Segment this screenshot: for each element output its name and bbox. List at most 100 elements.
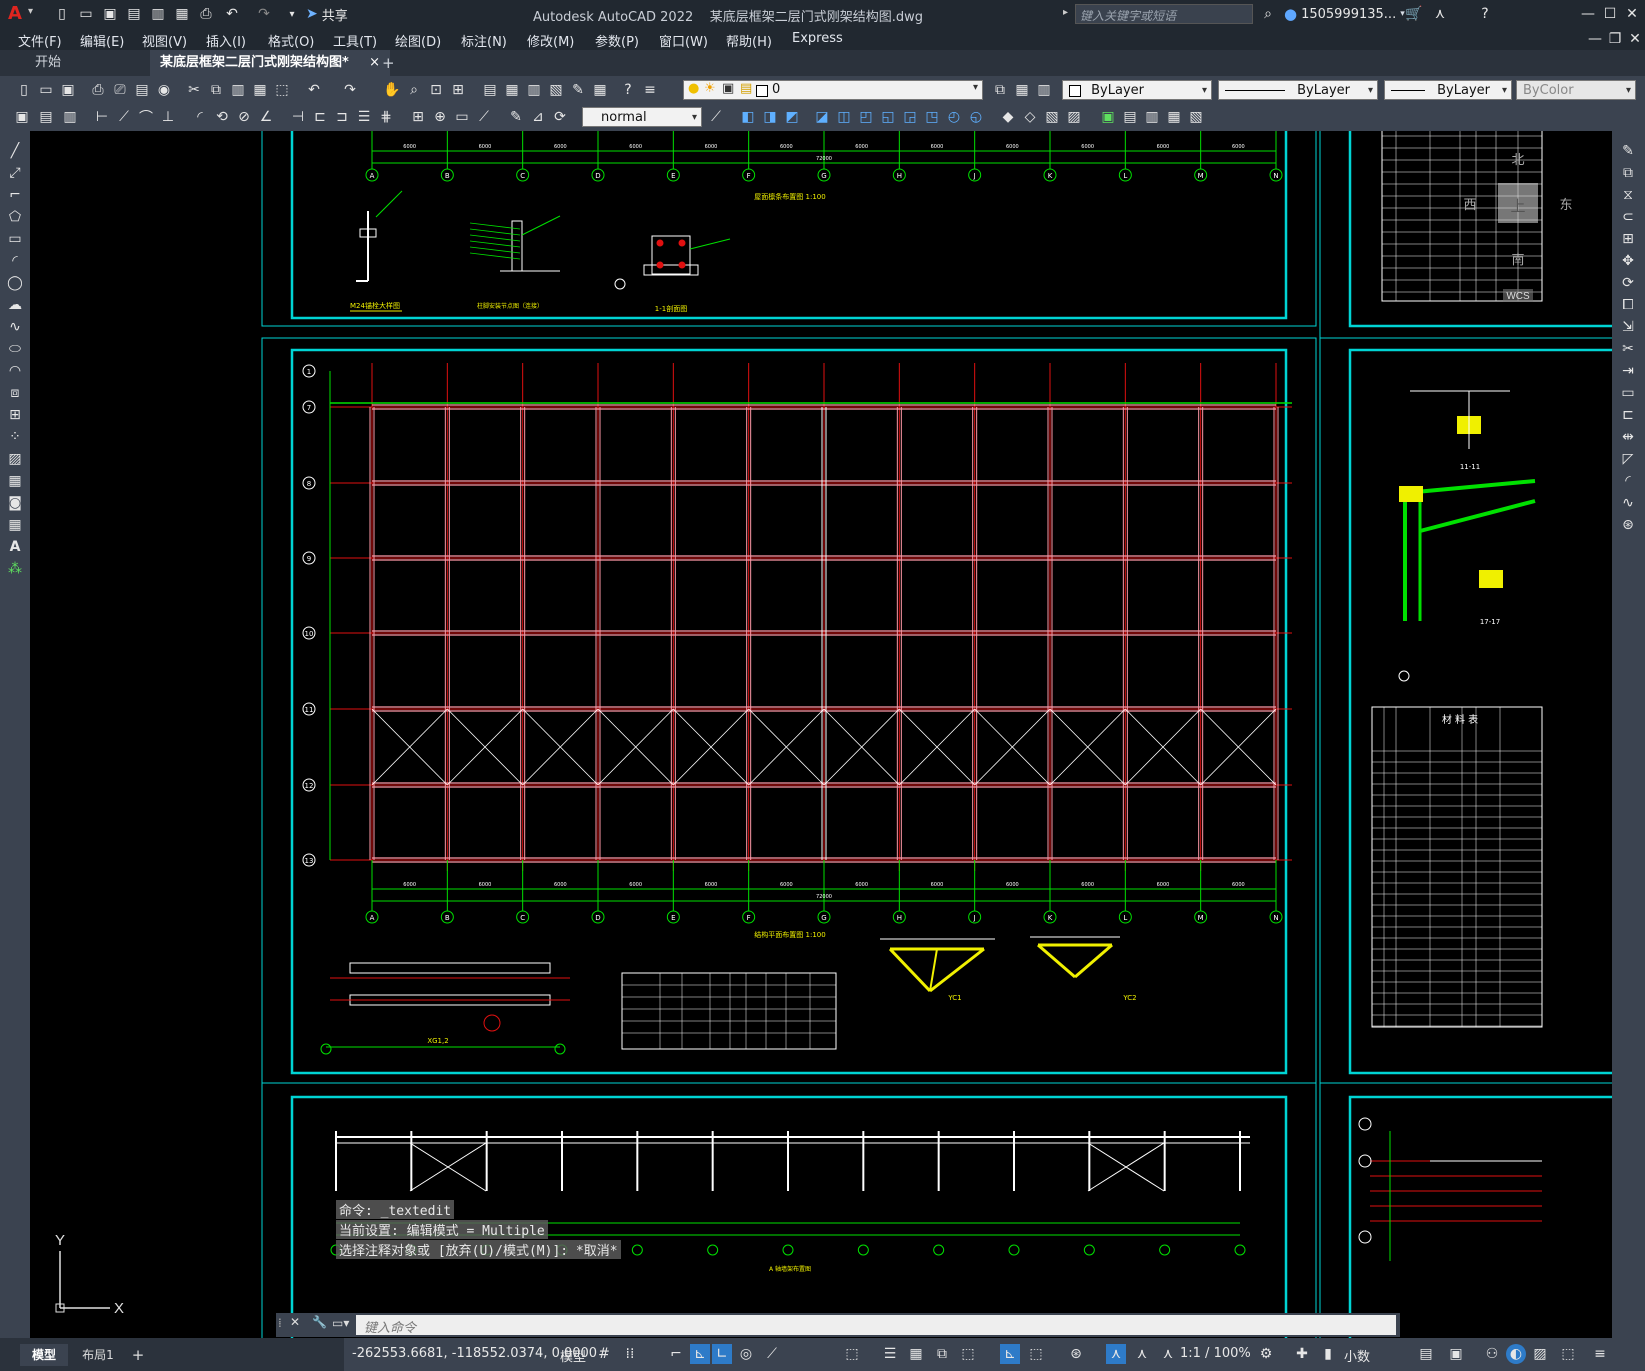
selection-filter-icon[interactable]: ⬚ (1026, 1344, 1046, 1364)
zoom-previous-icon[interactable]: ⊞ (448, 80, 468, 100)
ucs-4-icon[interactable]: ▦ (1164, 107, 1184, 127)
close-icon[interactable]: ✕ (1622, 4, 1642, 24)
dim-style-icon[interactable]: ⟋ (706, 107, 726, 127)
open-file-icon[interactable]: ▭ (76, 4, 96, 24)
fillet-icon[interactable]: ◜ (1618, 471, 1638, 491)
copy-icon[interactable]: ⧉ (206, 80, 226, 100)
layer-lock-icon[interactable]: ▤ (740, 81, 752, 96)
open-icon[interactable]: ▭ (36, 80, 56, 100)
color-dropdown[interactable]: ByLayer ▾ (1062, 80, 1212, 100)
arc-icon[interactable]: ◜ (5, 251, 25, 271)
table-icon[interactable]: ▦ (5, 515, 25, 535)
save-icon[interactable]: ▣ (58, 80, 78, 100)
plot-icon[interactable]: ⎙ (88, 80, 108, 100)
help-icon[interactable]: ? (618, 80, 638, 100)
menu-draw[interactable]: 绘图(D) (395, 31, 441, 50)
tool-b-icon[interactable]: ▤ (36, 107, 56, 127)
continue-dim-icon[interactable]: ⊐ (332, 107, 352, 127)
jogged-dim-icon[interactable]: ⟲ (212, 107, 232, 127)
blend-icon[interactable]: ∿ (1618, 493, 1638, 513)
dim-break-icon[interactable]: ⋕ (376, 107, 396, 127)
ucs-3-icon[interactable]: ▥ (1142, 107, 1162, 127)
paste-icon[interactable]: ▥ (228, 80, 248, 100)
break-icon[interactable]: ⊏ (1618, 405, 1638, 425)
layer-freeze-icon[interactable]: ☀ (704, 81, 716, 96)
plot-preview-icon[interactable]: ⎚ (110, 80, 130, 100)
stretch-icon[interactable]: ⇲ (1618, 317, 1638, 337)
extend-icon[interactable]: ⇥ (1618, 361, 1638, 381)
save-as-icon[interactable]: ▤ (124, 4, 144, 24)
doc-close-icon[interactable]: ✕ (1625, 29, 1645, 49)
view-iso-6-icon[interactable]: ◴ (944, 107, 964, 127)
command-input[interactable]: 键入命令 (356, 1315, 1396, 1336)
polygon-icon[interactable]: ⬠ (5, 207, 25, 227)
menu-modify[interactable]: 修改(M) (527, 31, 574, 50)
spline-icon[interactable]: ∿ (5, 317, 25, 337)
annotation-scale-icon[interactable]: ⋏ (1158, 1344, 1178, 1364)
polyline-icon[interactable]: ⌐ (5, 185, 25, 205)
dynamic-ucs-icon[interactable]: ⊾ (1000, 1344, 1020, 1364)
angular-dim-icon[interactable]: ∠ (256, 107, 276, 127)
share-button[interactable]: ➤ 共享 (306, 5, 348, 24)
layer-on-icon[interactable]: ● (688, 81, 699, 96)
3d-dwf-icon[interactable]: ◉ (154, 80, 174, 100)
view-left-icon[interactable]: ◩ (782, 107, 802, 127)
isolate-objects-icon[interactable]: ⚇ (1482, 1344, 1502, 1364)
units-value[interactable]: 小数 (1344, 1346, 1370, 1365)
annotation-monitor-icon[interactable]: ✚ (1292, 1344, 1312, 1364)
model-space-toggle[interactable]: 模型 (560, 1346, 586, 1365)
open-web-icon[interactable]: ▥ (148, 4, 168, 24)
layer-properties-icon[interactable]: ≡ (640, 80, 660, 100)
arc-length-icon[interactable]: ⌒ (136, 107, 156, 127)
view-iso-2-icon[interactable]: ◰ (856, 107, 876, 127)
jogged-linear-icon[interactable]: ⟋ (474, 107, 494, 127)
explode-icon[interactable]: ⊛ (1618, 515, 1638, 535)
doc-restore-icon[interactable]: ❐ (1605, 29, 1625, 49)
tab-start[interactable]: 开始 (25, 50, 72, 76)
chamfer-icon[interactable]: ◸ (1618, 449, 1638, 469)
menu-dimension[interactable]: 标注(N) (461, 31, 507, 50)
publish-icon[interactable]: ▤ (132, 80, 152, 100)
ellipse-icon[interactable]: ⬭ (5, 339, 25, 359)
layer-dropdown[interactable]: ● ☀ ▣ ▤ 0 ▾ (683, 80, 983, 100)
undo-icon[interactable]: ↶ (222, 4, 242, 24)
tool-a-icon[interactable]: ▣ (12, 107, 32, 127)
app-menu-chevron-icon[interactable]: ▾ (28, 6, 33, 17)
view-iso-7-icon[interactable]: ◵ (966, 107, 986, 127)
erase-icon[interactable]: ✎ (1618, 141, 1638, 161)
menu-parametric[interactable]: 参数(P) (595, 31, 639, 50)
maximize-icon[interactable]: ☐ (1600, 4, 1620, 24)
menu-view[interactable]: 视图(V) (142, 31, 187, 50)
object-snap-icon[interactable]: ⬚ (842, 1344, 862, 1364)
baseline-dim-icon[interactable]: ⊏ (310, 107, 330, 127)
ucs-2-icon[interactable]: ▤ (1120, 107, 1140, 127)
save-web-icon[interactable]: ▦ (172, 4, 192, 24)
help-icon[interactable]: ? (1475, 4, 1495, 24)
shade-4-icon[interactable]: ▨ (1064, 107, 1084, 127)
graphics-performance-icon[interactable]: ▨ (1530, 1344, 1550, 1364)
tab-layout1[interactable]: 布局1 (72, 1344, 124, 1366)
workspace-gear-icon[interactable]: ⚙ (1256, 1344, 1276, 1364)
grid-icon[interactable]: # (594, 1344, 614, 1364)
selection-cycling-icon[interactable]: ⧉ (932, 1344, 952, 1364)
auto-scale-icon[interactable]: ⋏ (1132, 1344, 1152, 1364)
gradient-icon[interactable]: ▦ (5, 471, 25, 491)
menu-help[interactable]: 帮助(H) (726, 31, 772, 50)
ordinate-dim-icon[interactable]: ⊥ (158, 107, 178, 127)
command-grip-icon[interactable]: ⁞ (278, 1316, 282, 1330)
insert-block-icon[interactable]: ⧈ (5, 383, 25, 403)
menu-format[interactable]: 格式(O) (268, 31, 314, 50)
add-layout-button[interactable]: + (128, 1344, 148, 1366)
ucs-5-icon[interactable]: ▧ (1186, 107, 1206, 127)
new-tab-button[interactable]: + (372, 50, 405, 76)
transparency-icon[interactable]: ▦ (906, 1344, 926, 1364)
lineweight-dropdown[interactable]: ByLayer ▾ (1384, 80, 1512, 100)
linear-dim-icon[interactable]: ⊢ (92, 107, 112, 127)
search-input[interactable]: 键入关键字或短语 (1075, 4, 1253, 24)
isodraft-icon[interactable]: ◎ (736, 1344, 756, 1364)
shade-2-icon[interactable]: ◇ (1020, 107, 1040, 127)
block-editor-icon[interactable]: ⬚ (272, 80, 292, 100)
rectangle-icon[interactable]: ▭ (5, 229, 25, 249)
redo-icon[interactable]: ↷ (254, 4, 274, 24)
zoom-window-icon[interactable]: ⊡ (426, 80, 446, 100)
